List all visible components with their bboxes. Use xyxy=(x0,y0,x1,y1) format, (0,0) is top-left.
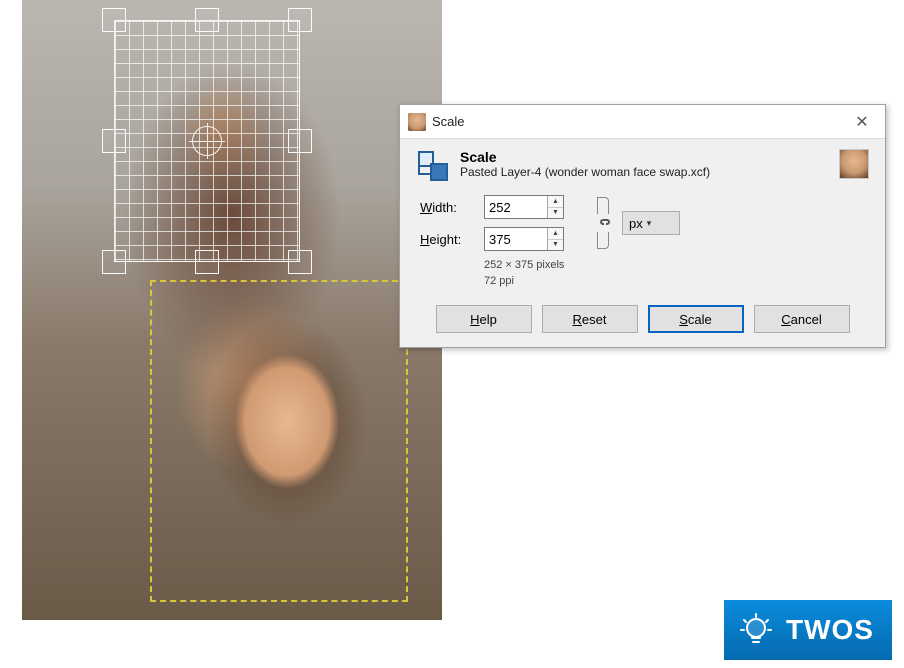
dialog-body: Scale Pasted Layer-4 (wonder woman face … xyxy=(400,139,885,347)
width-increment-button[interactable]: ▲ xyxy=(548,196,563,208)
layer-thumbnail xyxy=(839,149,869,179)
close-button[interactable]: ✕ xyxy=(839,105,885,139)
width-spinner-buttons: ▲ ▼ xyxy=(547,196,563,218)
handle-bottom-left[interactable] xyxy=(102,250,126,274)
chevron-down-icon: ▾ xyxy=(647,218,652,229)
height-decrement-button[interactable]: ▼ xyxy=(548,240,563,251)
titlebar-app-icon xyxy=(408,113,426,131)
help-button[interactable]: Help xyxy=(436,305,532,333)
pixel-dimensions-text: 252 × 375 pixels xyxy=(484,259,692,271)
width-label: Width: xyxy=(420,200,478,215)
width-input[interactable] xyxy=(485,196,547,218)
height-label: Height: xyxy=(420,232,478,247)
watermark-badge: TWOS xyxy=(724,600,892,660)
handle-top-middle[interactable] xyxy=(195,8,219,32)
handle-middle-left[interactable] xyxy=(102,129,126,153)
dialog-header-subtitle: Pasted Layer-4 (wonder woman face swap.x… xyxy=(460,165,829,179)
handle-top-left[interactable] xyxy=(102,8,126,32)
transform-pivot-icon[interactable] xyxy=(192,126,222,156)
height-increment-button[interactable]: ▲ xyxy=(548,228,563,240)
scale-button[interactable]: Scale xyxy=(648,305,744,333)
handle-bottom-middle[interactable] xyxy=(195,250,219,274)
layer-boundary-dashed[interactable] xyxy=(150,280,408,602)
lightbulb-icon xyxy=(736,610,776,650)
dialog-header-title: Scale xyxy=(460,149,829,165)
scale-transform-overlay[interactable] xyxy=(114,20,300,262)
image-canvas[interactable] xyxy=(22,0,442,620)
handle-top-right[interactable] xyxy=(288,8,312,32)
cancel-button[interactable]: Cancel xyxy=(754,305,850,333)
scale-tool-icon xyxy=(416,149,450,183)
reset-button[interactable]: Reset xyxy=(542,305,638,333)
handle-bottom-right[interactable] xyxy=(288,250,312,274)
unit-dropdown[interactable]: px ▾ xyxy=(622,211,680,235)
handle-middle-right[interactable] xyxy=(288,129,312,153)
close-icon: ✕ xyxy=(855,112,868,132)
height-input-wrapper: ▲ ▼ xyxy=(484,227,564,251)
height-spinner-buttons: ▲ ▼ xyxy=(547,228,563,250)
width-decrement-button[interactable]: ▼ xyxy=(548,208,563,219)
unit-dropdown-label: px xyxy=(629,216,643,231)
ppi-text: 72 ppi xyxy=(484,275,692,287)
dialog-titlebar[interactable]: Scale ✕ xyxy=(400,105,885,139)
dialog-title: Scale xyxy=(432,114,839,129)
dialog-header: Scale Pasted Layer-4 (wonder woman face … xyxy=(416,149,869,183)
scale-fields: Width: ▲ ▼ px ▾ Height: xyxy=(420,193,869,287)
dialog-header-texts: Scale Pasted Layer-4 (wonder woman face … xyxy=(460,149,829,179)
chain-link-icon xyxy=(597,215,613,231)
scale-dialog: Scale ✕ Scale Pasted Layer-4 (wonder wom… xyxy=(399,104,886,348)
watermark-text: TWOS xyxy=(786,614,874,646)
width-input-wrapper: ▲ ▼ xyxy=(484,195,564,219)
aspect-lock-toggle[interactable] xyxy=(594,195,616,251)
dialog-button-row: Help Reset Scale Cancel xyxy=(416,305,869,333)
height-input[interactable] xyxy=(485,228,547,250)
